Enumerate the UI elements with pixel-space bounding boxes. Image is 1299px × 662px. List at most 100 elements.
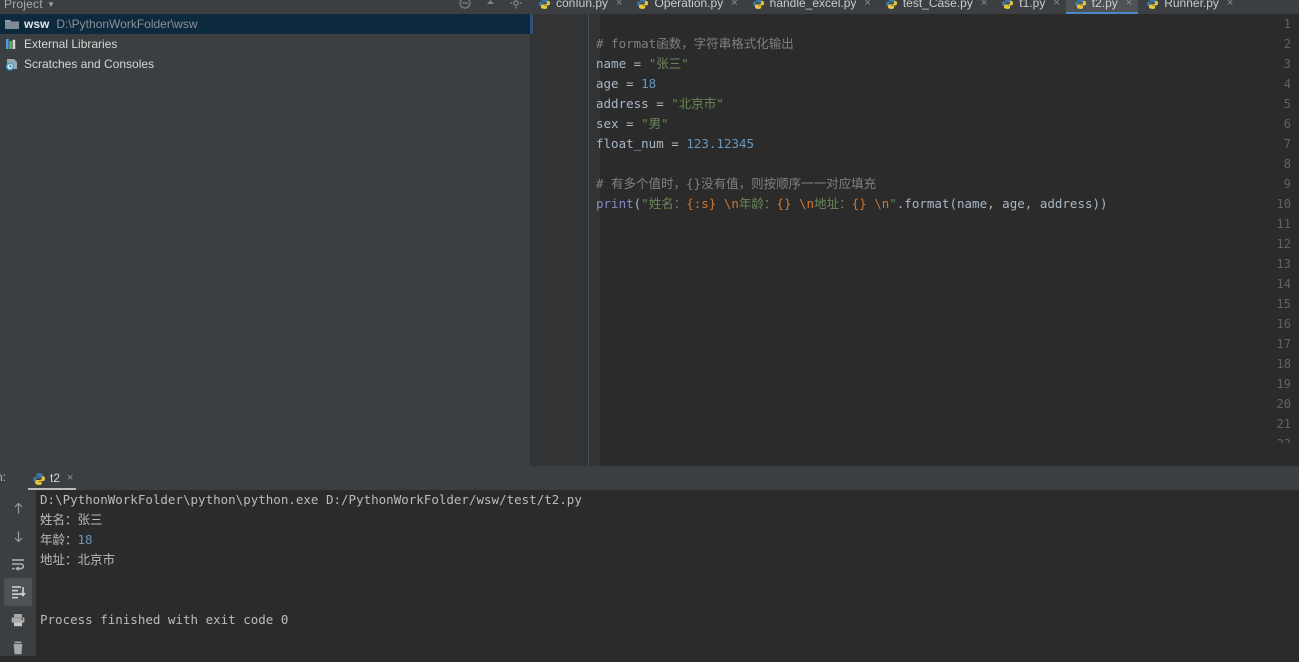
console-line: 地址：北京市 (40, 552, 116, 567)
close-icon[interactable]: × (1053, 0, 1059, 9)
code-token: = (626, 56, 649, 71)
console-number: 18 (77, 532, 93, 547)
line-number: 19 (1276, 377, 1291, 391)
code-token: , (1024, 196, 1040, 211)
arrow-down-icon[interactable] (4, 522, 32, 550)
python-file-icon (1146, 0, 1159, 10)
console-output: D:\PythonWorkFolder\python\python.exe D:… (40, 490, 1299, 630)
code-token: "男" (641, 116, 669, 131)
line-number: 21 (1276, 417, 1291, 431)
close-icon[interactable]: × (864, 0, 870, 9)
code-token: = (663, 136, 687, 151)
editor-tab-Operation[interactable]: Operation.py × (628, 0, 743, 14)
line-number: 13 (1276, 257, 1291, 271)
console-toolbar (0, 490, 36, 656)
console-line: Process finished with exit code 0 (40, 612, 289, 627)
line-number: 14 (1276, 277, 1291, 291)
code-token: "北京市" (671, 96, 724, 111)
line-number: 20 (1276, 397, 1291, 411)
code-editor[interactable]: 12345678910111213141516171819202122 # fo… (530, 14, 1299, 466)
library-icon (4, 36, 20, 52)
hide-icon[interactable] (485, 0, 496, 11)
caret-line-marker (530, 14, 533, 34)
tool-window-splitter[interactable] (0, 466, 1299, 490)
tree-item-scratches-and-consoles-label: Scratches and Consoles (24, 57, 155, 71)
code-token: sex (596, 116, 619, 131)
tree-item-wsw[interactable]: wsw D:\PythonWorkFolder\wsw (0, 14, 530, 34)
code-token: 123.12345 (686, 136, 755, 151)
editor-tab-handle-excel[interactable]: handle_excel.py × (744, 0, 877, 14)
code-token: # format函数，字符串格式化输出 (596, 36, 794, 51)
close-icon[interactable]: × (616, 0, 622, 9)
editor-tab-label: Operation.py (654, 0, 724, 10)
code-token: age (1002, 196, 1025, 211)
gutter-divider (588, 14, 589, 466)
line-number-partial: 22 (1251, 434, 1291, 443)
line-number: 15 (1276, 297, 1291, 311)
folder-icon (4, 16, 20, 32)
scratches-icon (4, 56, 20, 72)
code-token: address (596, 96, 649, 111)
soft-wrap-icon[interactable] (4, 550, 32, 578)
line-number: 18 (1276, 357, 1291, 371)
line-number: 17 (1276, 337, 1291, 351)
code-token: {:s} (686, 196, 717, 211)
code-token: name (957, 196, 988, 211)
project-panel-header[interactable]: Project ▾ (0, 0, 530, 14)
editor-tab-test-Case[interactable]: test_Case.py × (877, 0, 993, 14)
close-icon[interactable]: × (1227, 0, 1233, 9)
python-file-icon (538, 0, 551, 10)
close-icon[interactable]: × (981, 0, 987, 9)
tree-item-external-libraries[interactable]: External Libraries (0, 34, 530, 54)
code-token: name (596, 56, 627, 71)
line-number: 11 (1276, 217, 1291, 231)
tree-item-wsw-label: wsw (24, 17, 50, 31)
clear-all-icon[interactable] (4, 634, 32, 662)
line-number: 16 (1276, 317, 1291, 331)
code-token: 地址： (814, 196, 852, 211)
python-file-icon (636, 0, 649, 10)
close-icon[interactable]: × (67, 472, 73, 484)
close-icon[interactable]: × (731, 0, 737, 9)
code-line: float_num = 123.12345 (596, 134, 1299, 154)
editor-tab-conIun[interactable]: conIun.py × (530, 0, 628, 14)
run-tab-t2[interactable]: t2 × (28, 467, 77, 489)
editor-tab-t2[interactable]: t2.py × (1065, 0, 1139, 14)
editor-tabs: conIun.py × Operation.py × handle_excel.… (530, 0, 1299, 14)
console-line: D:\PythonWorkFolder\python\python.exe D:… (40, 492, 582, 507)
close-icon[interactable]: × (1126, 0, 1132, 9)
tree-item-scratches-and-consoles[interactable]: Scratches and Consoles (0, 54, 530, 74)
print-icon[interactable] (4, 606, 32, 634)
code-token: \n (799, 196, 815, 211)
pycharm-window: Project ▾ wsw D:\PythonWorkFolder\wsw Ex… (0, 0, 1299, 656)
console-line: 年龄：18 (40, 530, 1299, 550)
code-token: # 有多个值时，{}没有值，则按顺序一一对应填充 (596, 176, 877, 191)
code-token: \n (874, 196, 890, 211)
console-line: 姓名：张三 (40, 512, 103, 527)
code-token: {} (776, 196, 792, 211)
console-toolbar-divider (36, 490, 37, 656)
settings-gear-icon[interactable] (510, 0, 522, 12)
chevron-down-icon[interactable]: ▾ (49, 0, 54, 10)
scroll-to-end-icon[interactable] (4, 578, 32, 606)
python-file-icon (752, 0, 765, 10)
tree-item-external-libraries-label: External Libraries (24, 37, 118, 51)
code-token: age (596, 76, 619, 91)
collapse-all-icon[interactable] (459, 0, 471, 12)
arrow-up-icon[interactable] (4, 494, 32, 522)
code-token: = (618, 76, 642, 91)
editor-tab-label: Runner.py (1164, 0, 1219, 10)
code-content[interactable]: # format函数，字符串格式化输出 name = "张三" age = 18 ad… (596, 14, 1299, 214)
editor-tab-t1[interactable]: t1.py × (993, 0, 1065, 14)
console-text: 年龄： (40, 532, 78, 547)
code-token: address (1039, 196, 1093, 211)
run-panel-label: n: (0, 470, 7, 484)
editor-tab-label: t1.py (1019, 0, 1046, 10)
line-number: 12 (1276, 237, 1291, 251)
editor-tab-Runner[interactable]: Runner.py × (1138, 0, 1239, 14)
code-line: name = "张三" (596, 54, 1299, 74)
